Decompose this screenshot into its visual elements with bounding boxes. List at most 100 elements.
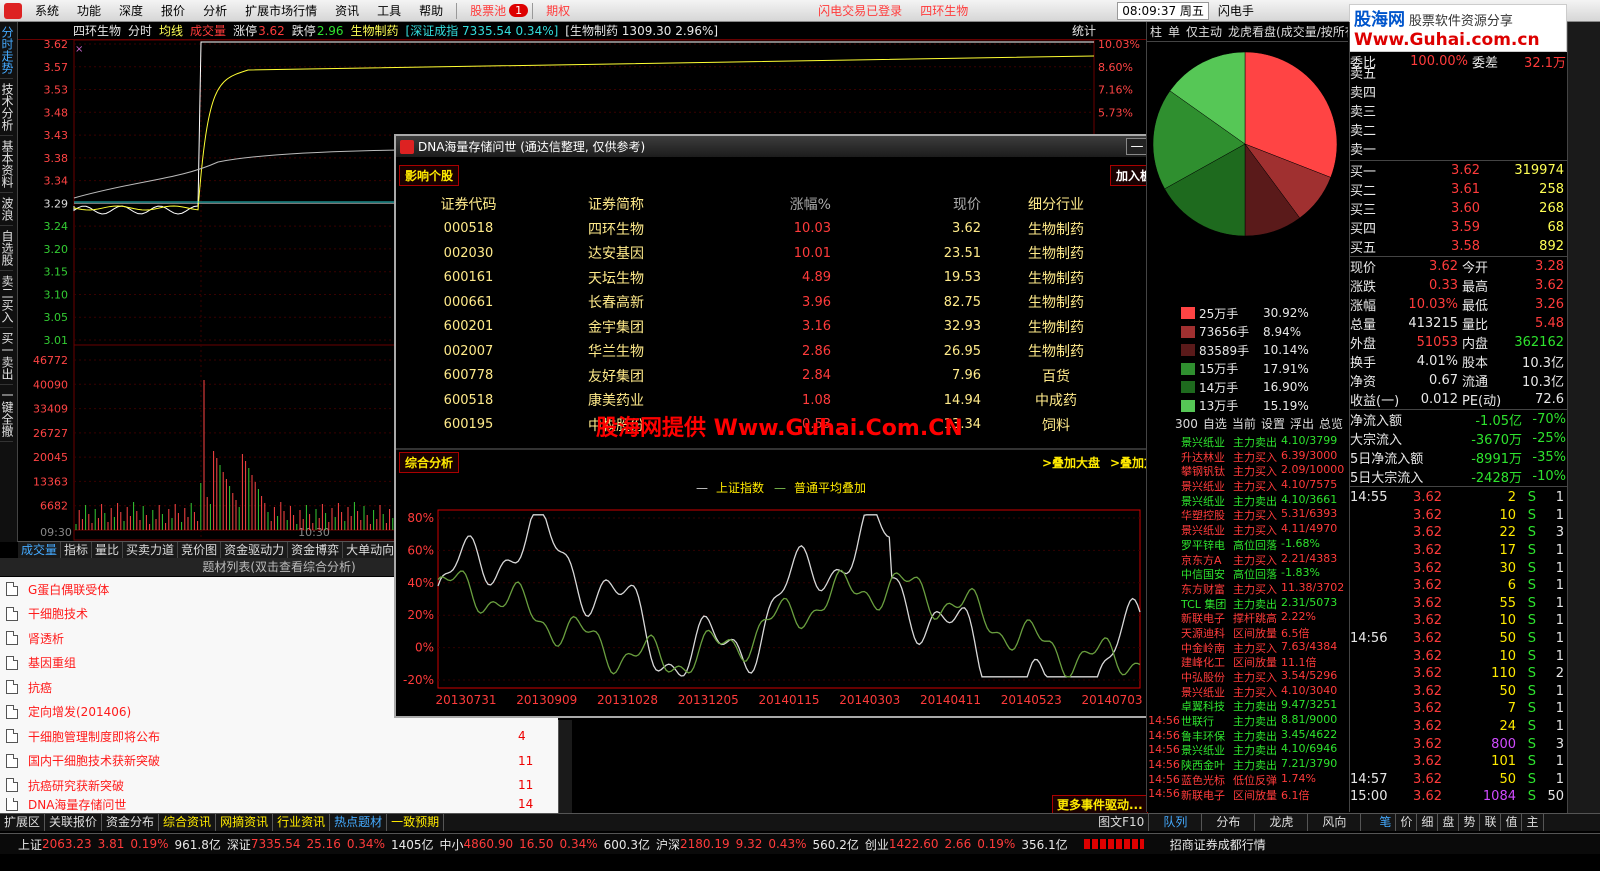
news-item[interactable]: 景兴纸业 主力买入 4.11/4970 (1181, 522, 1349, 537)
ftab-hot-topics[interactable]: 热点题材 (330, 814, 388, 831)
menu-info[interactable]: 资讯 (326, 0, 368, 22)
news-item[interactable]: 华塑控股 主力买入 5.31/6393 (1181, 507, 1349, 522)
ftab-web-news[interactable]: 网摘资讯 (216, 814, 274, 831)
ftab-industry-news[interactable]: 行业资讯 (273, 814, 331, 831)
sell-row[interactable]: 卖一 (1350, 139, 1567, 158)
news-item[interactable]: 京东方A 主力买入 2.21/4383 (1181, 552, 1349, 567)
stock-row[interactable]: 000661 长春高新 3.96 82.75 生物制药 (396, 290, 1156, 315)
mid-tab-watch[interactable]: 自选 (1203, 415, 1227, 432)
options-button[interactable]: 期权 (537, 0, 579, 22)
news-item[interactable]: 鲁丰环保 主力卖出 3.45/4622 (1181, 728, 1349, 743)
more-events-button[interactable]: 更多事件驱动... (1052, 795, 1148, 814)
tab-vol-ratio[interactable]: 量比 (92, 542, 124, 558)
ftab-detail[interactable]: 细 (1417, 814, 1439, 831)
section-analysis[interactable]: 综合分析 (399, 452, 460, 473)
mid-tab-float[interactable]: 浮出 (1290, 415, 1314, 432)
buy-row[interactable]: 买一 3.62 319974 (1350, 161, 1567, 180)
ftab-queue[interactable]: 队列 (1149, 814, 1203, 831)
ftab-trend[interactable]: 势 (1459, 814, 1481, 831)
tab-buysell-power[interactable]: 买卖力道 (123, 542, 179, 558)
ftab-price[interactable]: 价 (1396, 814, 1418, 831)
news-item[interactable]: 建峰化工 区间放量 11.1倍 (1181, 654, 1349, 669)
vtab-fundamentals[interactable]: 基本资料 (0, 136, 14, 193)
tab-fund-drive[interactable]: 资金驱动力 (221, 542, 289, 558)
mid-tab-overview[interactable]: 总览 (1319, 415, 1343, 432)
mid-tab-300[interactable]: 300 (1175, 417, 1198, 431)
dialog-titlebar[interactable]: DNA海量存储问世 (通达信整理, 仅供参考) — ✕ (396, 136, 1172, 157)
topic-item[interactable]: 抗癌研究获新突破 11 (0, 773, 558, 798)
buy-row[interactable]: 买四 3.59 68 (1350, 218, 1567, 237)
topic-item[interactable]: 国内干细胞技术获新突破 11 (0, 749, 558, 774)
col-price[interactable]: 现价 (831, 194, 981, 214)
news-item[interactable]: 中弘股份 主力买入 3.54/5296 (1181, 669, 1349, 684)
vtab-intraday[interactable]: 分时走势 (0, 22, 14, 79)
news-item[interactable]: 中金岭南 主力买入 7.63/4384 (1181, 640, 1349, 655)
app-logo-icon[interactable] (4, 2, 22, 19)
menu-depth[interactable]: 深度 (110, 0, 152, 22)
sell-row[interactable]: 卖四 (1350, 82, 1567, 101)
topic-item[interactable]: 干细胞管理制度即将公布 4 (0, 724, 558, 749)
stock-row[interactable]: 600201 金宇集团 3.16 32.93 生物制药 (396, 315, 1156, 340)
tab-big-order[interactable]: 大单动向 (343, 542, 399, 558)
vtab-wave[interactable]: 波浪 (0, 193, 14, 226)
minimize-button[interactable]: — (1126, 138, 1148, 155)
news-item[interactable]: 陕西金叶 主力卖出 7.21/3790 (1181, 757, 1349, 772)
stock-row[interactable]: 600778 友好集团 2.84 7.96 百货 (396, 364, 1156, 389)
mid-tab-current[interactable]: 当前 (1232, 415, 1256, 432)
vtab-watchlist[interactable]: 自选股 (0, 226, 14, 271)
col-name[interactable]: 证券简称 (541, 194, 691, 214)
section-affected-stocks[interactable]: 影响个股 (399, 165, 460, 186)
chart-avg-toggle[interactable]: 均线 (159, 22, 183, 39)
tab-volume[interactable]: 成交量 (18, 542, 62, 558)
ftab-ext[interactable]: 扩展区 (0, 814, 46, 831)
mid-tab-dragon[interactable]: 龙虎看盘(成交量/按所有) (1225, 23, 1348, 40)
tab-auction[interactable]: 竞价图 (178, 542, 222, 558)
news-item[interactable]: 东方财富 主力买入 11.38/3702 (1181, 581, 1349, 596)
chart-stats-button[interactable]: 统计 (1072, 22, 1096, 39)
buy-row[interactable]: 买五 3.58 892 (1350, 237, 1567, 256)
sell-row[interactable]: 卖二 (1350, 120, 1567, 139)
mid-tab-bar[interactable]: 柱 (1147, 23, 1165, 40)
news-item[interactable]: 新联电子 撑杆跳高 2.22% (1181, 610, 1349, 625)
chart-vol-toggle[interactable]: 成交量 (190, 22, 226, 39)
ftab-distribution[interactable]: 分布 (1202, 814, 1256, 831)
ftab-wind[interactable]: 风向 (1308, 814, 1362, 831)
ftab-link[interactable]: 联 (1480, 814, 1502, 831)
overlay-market-link[interactable]: >叠加大盘 (1042, 454, 1100, 471)
stock-row[interactable]: 002030 达安基因 10.01 23.51 生物制药 (396, 241, 1156, 266)
stock-pool-button[interactable]: 股票池 (461, 0, 515, 22)
stock-row[interactable]: 600161 天坛生物 4.89 19.53 生物制药 (396, 266, 1156, 291)
menu-quote[interactable]: 报价 (152, 0, 194, 22)
ftab-comprehensive[interactable]: 综合资讯 (159, 814, 217, 831)
mid-tab-single[interactable]: 单 (1165, 23, 1183, 40)
chart-sector[interactable]: 生物制药 (351, 22, 399, 39)
menu-ext-market[interactable]: 扩展市场行情 (236, 0, 326, 22)
tab-fund-game[interactable]: 资金博弈 (288, 542, 344, 558)
news-item[interactable]: 世联行 主力卖出 8.81/9000 (1181, 713, 1349, 728)
menu-system[interactable]: 系统 (26, 0, 68, 22)
ftab-trade[interactable]: 笔 (1375, 814, 1397, 831)
col-industry[interactable]: 细分行业 (981, 194, 1131, 214)
stock-row[interactable]: 002007 华兰生物 2.86 26.95 生物制药 (396, 339, 1156, 364)
menu-analysis[interactable]: 分析 (194, 0, 236, 22)
news-item[interactable]: 景兴纸业 主力卖出 4.10/6946 (1181, 742, 1349, 757)
ftab-f10[interactable]: 图文F10 (1094, 814, 1150, 831)
news-item[interactable]: 中信国安 高位回落 -1.83% (1181, 566, 1349, 581)
topic-scrollbar[interactable] (558, 720, 572, 813)
stock-row[interactable]: 600518 康美药业 1.08 14.94 中成药 (396, 388, 1156, 413)
news-item[interactable]: 攀钢钒钛 主力买入 2.09/10000 (1181, 463, 1349, 478)
ftab-value[interactable]: 值 (1501, 814, 1523, 831)
news-item[interactable]: 新联电子 区间放量 6.1倍 (1181, 787, 1349, 802)
col-code[interactable]: 证券代码 (396, 194, 541, 214)
cy-label[interactable]: 创业 (865, 836, 889, 853)
right-scrollbar[interactable] (1567, 22, 1600, 813)
buy-row[interactable]: 买三 3.60 268 (1350, 199, 1567, 218)
chart-mode[interactable]: 分时 (128, 22, 152, 39)
ftab-consensus[interactable]: 一致预期 (387, 814, 445, 831)
menu-tools[interactable]: 工具 (368, 0, 410, 22)
vtab-buy1-sell[interactable]: 买一卖出 (0, 328, 14, 385)
vtab-technical[interactable]: 技术分析 (0, 79, 14, 136)
hs-label[interactable]: 沪深 (656, 836, 680, 853)
tab-indicator[interactable]: 指标 (61, 542, 93, 558)
news-item[interactable]: 天源迪科 区间放量 6.5倍 (1181, 625, 1349, 640)
